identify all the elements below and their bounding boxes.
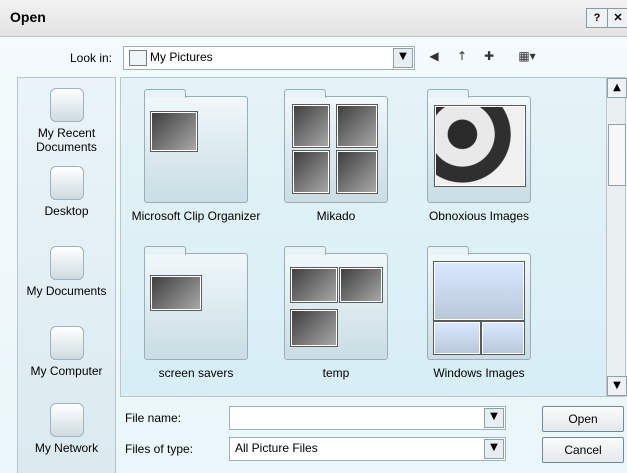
photo-thumbnail [291,310,337,346]
dialog-title: Open [10,9,46,25]
folder-item[interactable]: temp [261,246,411,380]
cat-photo-thumbnail [435,106,525,186]
back-icon[interactable]: ◀ [425,47,443,65]
item-label: Microsoft Clip Organizer [131,209,261,223]
folder-tab [144,89,186,98]
photo-thumbnail [337,105,377,147]
screenshot-thumbnail [434,262,524,320]
place-label: Desktop [44,204,89,218]
folder-thumbnail [144,89,248,203]
folder-thumbnail [284,246,388,360]
item-label: temp [322,366,350,380]
files-of-type-value: All Picture Files [235,441,318,455]
help-button[interactable]: ? [586,8,608,28]
folder-tab [427,89,469,98]
recent-documents-icon [49,88,84,122]
file-list-view[interactable]: Microsoft Clip Organizer Mikado Obnoxiou… [120,77,610,397]
photo-thumbnail [291,268,337,302]
place-desktop[interactable]: Desktop [18,166,115,218]
new-folder-icon[interactable]: ✚ [480,47,498,65]
folder-item[interactable]: Mikado [261,89,411,223]
photo-thumbnail [293,151,329,193]
place-label: My Network [34,441,99,455]
folder-thumbnail [427,246,531,360]
folder-thumbnail [144,246,248,360]
file-name-field[interactable]: ▼ [229,406,506,430]
folder-tab [284,89,326,98]
place-my-computer[interactable]: My Computer [18,326,115,378]
place-label: My Documents [26,284,107,298]
photo-thumbnail [337,151,377,193]
folder-thumbnail [284,89,388,203]
folder-item[interactable]: Obnoxious Images [404,89,554,223]
photo-thumbnail [340,268,382,302]
screenshot-thumbnail [434,322,480,354]
file-name-label: File name: [125,411,182,425]
files-of-type-label: Files of type: [125,442,194,456]
up-folder-icon[interactable]: ↑ [453,47,471,65]
folder-item[interactable]: screen savers [121,246,271,380]
computer-icon [49,326,84,360]
navigation-toolbar: ◀ ↑ ✚ ▦▾ [425,47,545,67]
scroll-up-button[interactable]: ▲ [607,78,627,98]
network-icon [49,403,84,437]
views-menu-icon[interactable]: ▦▾ [513,47,541,65]
folder-thumbnail [427,89,531,203]
place-my-recent-documents[interactable]: My Recent Documents [18,88,115,154]
photo-thumbnail [293,105,329,147]
scroll-thumb[interactable] [608,124,626,186]
photo-thumbnail [151,112,197,151]
place-my-network[interactable]: My Network [18,403,115,455]
look-in-dropdown-button[interactable]: ▼ [393,48,413,68]
desktop-icon [49,166,84,200]
folder-item[interactable]: Microsoft Clip Organizer [121,89,271,223]
scroll-down-button[interactable]: ▼ [607,376,627,396]
place-my-documents[interactable]: My Documents [18,246,115,298]
cancel-button[interactable]: Cancel [542,437,624,463]
item-label: screen savers [158,366,234,380]
folder-tab [284,246,326,255]
files-of-type-combobox[interactable]: All Picture Files ▼ [229,437,506,461]
files-of-type-dropdown-button[interactable]: ▼ [484,439,504,459]
title-bar: Open ? ✕ [0,0,627,37]
screenshot-thumbnail [482,322,524,354]
folder-tab [144,246,186,255]
place-label: My Recent Documents [36,126,97,154]
folder-tab [427,246,469,255]
file-name-dropdown-button[interactable]: ▼ [484,408,504,428]
vertical-scrollbar[interactable]: ▲ ▼ [606,77,627,397]
places-bar: My Recent Documents Desktop My Documents… [17,77,116,473]
look-in-value: My Pictures [150,50,213,64]
photo-thumbnail [151,276,201,310]
my-pictures-icon [129,50,147,66]
item-label: Obnoxious Images [428,209,530,223]
look-in-combobox[interactable]: My Pictures ▼ [123,46,415,70]
open-dialog: Open ? ✕ Look in: My Pictures ▼ ◀ ↑ ✚ ▦▾… [0,0,627,473]
look-in-label: Look in: [70,51,113,65]
documents-icon [49,246,84,280]
open-button[interactable]: Open [542,406,624,432]
item-label: Windows Images [433,366,525,380]
place-label: My Computer [30,364,103,378]
item-label: Mikado [316,209,356,223]
folder-item[interactable]: Windows Images [404,246,554,380]
close-button[interactable]: ✕ [607,8,627,28]
